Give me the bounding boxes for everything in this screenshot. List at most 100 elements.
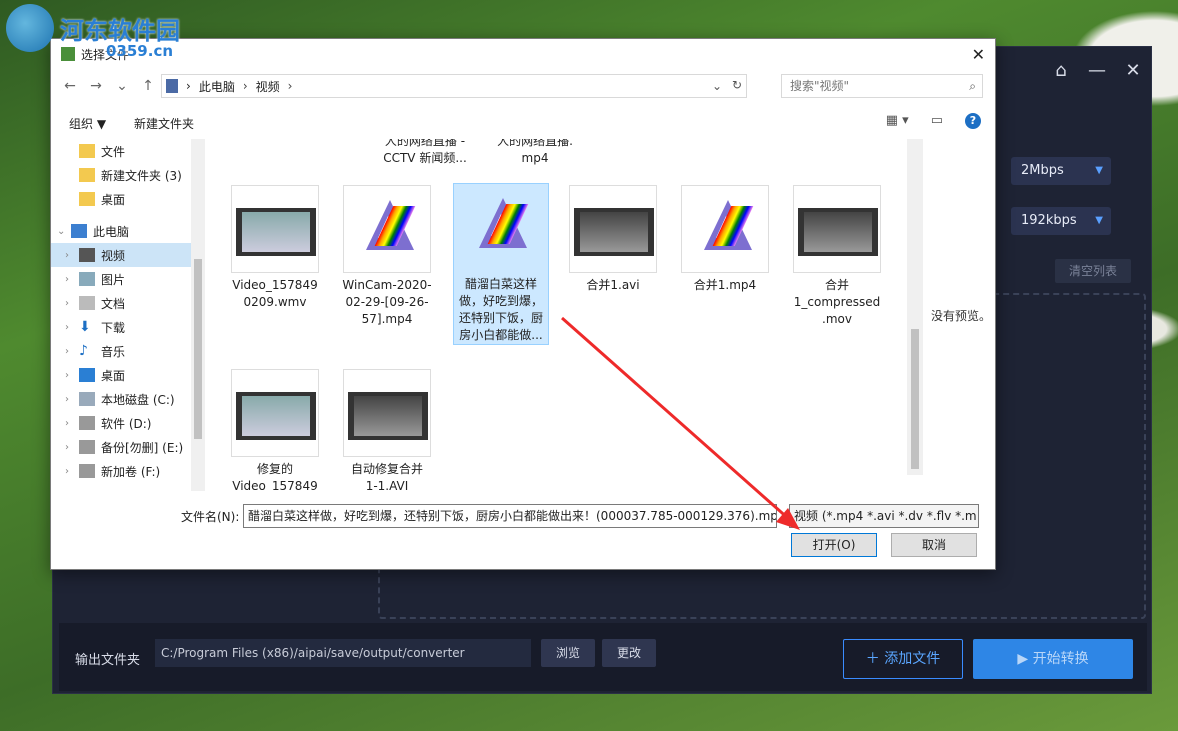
video-thumbnail xyxy=(231,185,319,273)
breadcrumb-sep-icon: › xyxy=(287,79,293,93)
breadcrumb-sep-icon: › xyxy=(242,79,248,93)
video-folder-icon xyxy=(79,248,95,262)
tree-item-this-pc[interactable]: ⌄ 此电脑 xyxy=(51,219,191,243)
dialog-toolbar: 组织 ▼ 新建文件夹 xyxy=(51,107,997,139)
file-item[interactable]: 合并1.avi xyxy=(565,185,661,294)
tree-item[interactable]: › 新加卷 (F:) xyxy=(51,459,191,483)
tree-item[interactable]: › 文档 xyxy=(51,291,191,315)
watermark-site: 河东软件园 xyxy=(60,15,180,45)
new-folder-button[interactable]: 新建文件夹 xyxy=(134,115,194,132)
close-icon[interactable]: ✕ xyxy=(972,45,985,64)
output-folder-label: 输出文件夹 xyxy=(75,653,141,668)
file-item[interactable]: 自动修复合并 1-1.AVI xyxy=(339,369,435,491)
folder-icon xyxy=(79,192,95,206)
watermark-logo xyxy=(6,4,54,52)
download-icon: ⬇ xyxy=(79,319,91,335)
tree-scroll-thumb[interactable] xyxy=(194,259,202,439)
forward-icon[interactable]: → xyxy=(87,78,105,94)
address-bar[interactable]: › 此电脑 › 视频 › ⌄ ↻ xyxy=(161,74,747,98)
file-list-scrollbar[interactable] xyxy=(907,139,923,475)
tree-item-videos[interactable]: › 视频 xyxy=(51,243,191,267)
back-icon[interactable]: ← xyxy=(61,78,79,94)
tree-item[interactable]: 桌面 xyxy=(51,187,191,211)
tree-item[interactable]: › ⬇ 下载 xyxy=(51,315,191,339)
app-window-controls: ⌂ — ✕ xyxy=(1043,47,1151,93)
pictures-icon xyxy=(79,272,95,286)
drive-icon xyxy=(79,392,95,406)
output-bar: 输出文件夹 C:/Program Files (x86)/aipai/save/… xyxy=(59,623,1147,691)
play-icon: ▶ xyxy=(1017,651,1033,667)
minimize-icon[interactable]: — xyxy=(1079,60,1115,81)
tree-item[interactable]: 新建文件夹 (3) xyxy=(51,163,191,187)
tree-item[interactable]: › 桌面 xyxy=(51,363,191,387)
cancel-button[interactable]: 取消 xyxy=(891,533,977,557)
watermark: 河东软件园 0359.cn xyxy=(6,4,180,60)
video-bitrate-select[interactable]: 2Mbps ▼ xyxy=(1011,157,1111,185)
tree-item[interactable]: › 本地磁盘 (C:) xyxy=(51,387,191,411)
navigation-tree: 文件 新建文件夹 (3) 桌面 ⌄ 此电脑 › 视频 › 图片 › 文档 › ⬇ 下载 › ♪… xyxy=(51,139,205,491)
dialog-titlebar: 选择文件 ✕ xyxy=(51,39,995,69)
filename-input[interactable]: 醋溜白菜这样做，好吃到爆，还特别下饭，厨房小白都能做出来！(000037.785… xyxy=(243,504,777,528)
preview-pane-icon[interactable]: ▭ xyxy=(931,113,943,129)
chevron-down-icon: ▼ xyxy=(1095,215,1103,226)
open-file-dialog: 选择文件 ✕ ← → ⌄ ↑ › 此电脑 › 视频 › ⌄ ↻ 搜索"视频" ⌕ 组织… xyxy=(50,38,996,570)
up-icon[interactable]: ↑ xyxy=(139,78,157,94)
file-item-partial[interactable]: 人的网络直播 - CCTV 新闻频... xyxy=(377,139,473,167)
close-icon[interactable]: ✕ xyxy=(1115,60,1151,81)
watermark-url: 0359.cn xyxy=(106,42,174,60)
file-list-scroll-thumb[interactable] xyxy=(911,329,919,469)
search-icon: ⌕ xyxy=(969,79,976,93)
media-file-icon xyxy=(681,185,769,273)
file-type-select[interactable]: 视频 (*.mp4 *.avi *.dv *.flv *.m xyxy=(789,504,979,528)
tree-item[interactable]: 文件 xyxy=(51,139,191,163)
recent-dropdown-icon[interactable]: ⌄ xyxy=(113,78,131,94)
documents-icon xyxy=(79,296,95,310)
organize-button[interactable]: 组织 ▼ xyxy=(69,115,106,132)
plus-icon: ＋ xyxy=(865,651,885,667)
home-icon[interactable]: ⌂ xyxy=(1043,60,1079,81)
tree-item[interactable]: › ♪ 音乐 xyxy=(51,339,191,363)
add-file-button[interactable]: ＋ 添加文件 xyxy=(843,639,963,679)
media-file-icon xyxy=(343,185,431,273)
folder-icon xyxy=(79,144,95,158)
preview-pane-text: 没有预览。 xyxy=(931,309,992,323)
folder-icon xyxy=(79,168,95,182)
desktop-icon xyxy=(79,368,95,382)
output-path-field[interactable]: C:/Program Files (x86)/aipai/save/output… xyxy=(155,639,531,667)
address-dropdown-icon[interactable]: ⌄ xyxy=(712,79,722,93)
clear-list-button[interactable]: 清空列表 xyxy=(1055,259,1131,283)
file-item[interactable]: Video_157849 0209.wmv xyxy=(227,185,323,311)
search-input[interactable]: 搜索"视频" ⌕ xyxy=(781,74,983,98)
drive-icon xyxy=(79,464,95,478)
breadcrumb-sep-icon: › xyxy=(186,79,191,93)
change-button[interactable]: 更改 xyxy=(602,639,656,667)
open-button[interactable]: 打开(O) xyxy=(791,533,877,557)
file-item-partial[interactable]: 人的网络直播. mp4 xyxy=(487,139,583,167)
file-item[interactable]: 合并 1_compressed .mov xyxy=(789,185,885,328)
audio-bitrate-select[interactable]: 192kbps ▼ xyxy=(1011,207,1111,235)
breadcrumb-videos[interactable]: 视频 xyxy=(256,78,280,95)
refresh-icon[interactable]: ↻ xyxy=(732,78,742,92)
tree-item[interactable]: › 软件 (D:) xyxy=(51,411,191,435)
tree-item[interactable]: › 备份[勿删] (E:) xyxy=(51,435,191,459)
breadcrumb-this-pc[interactable]: 此电脑 xyxy=(199,78,235,95)
chevron-down-icon: ▼ xyxy=(1095,165,1103,176)
start-convert-button[interactable]: ▶ 开始转换 xyxy=(973,639,1133,679)
view-options-icon[interactable]: ▦ ▾ xyxy=(886,113,909,129)
tree-item[interactable]: › 图片 xyxy=(51,267,191,291)
music-icon: ♪ xyxy=(79,343,88,359)
drive-icon xyxy=(79,440,95,454)
tree-scrollbar[interactable] xyxy=(191,139,205,491)
filename-label: 文件名(N): xyxy=(181,510,240,524)
file-list: 人的网络直播 - CCTV 新闻频... 人的网络直播. mp4 Video_1… xyxy=(207,139,907,491)
video-thumbnail xyxy=(231,369,319,457)
file-item[interactable]: 合并1.mp4 xyxy=(677,185,773,294)
file-item[interactable]: 修复的 Video_157849 0209.wmv xyxy=(227,369,323,491)
view-tools: ▦ ▾ ▭ ? xyxy=(886,113,981,129)
video-folder-icon xyxy=(166,79,178,93)
browse-button[interactable]: 浏览 xyxy=(541,639,595,667)
file-item[interactable]: WinCam-2020- 02-29-[09-26- 57].mp4 xyxy=(339,185,435,328)
file-item-selected[interactable]: 醋溜白菜这样 做，好吃到爆， 还特别下饭，厨 房小白都能做... xyxy=(453,183,549,345)
video-thumbnail xyxy=(793,185,881,273)
help-icon[interactable]: ? xyxy=(965,113,981,129)
